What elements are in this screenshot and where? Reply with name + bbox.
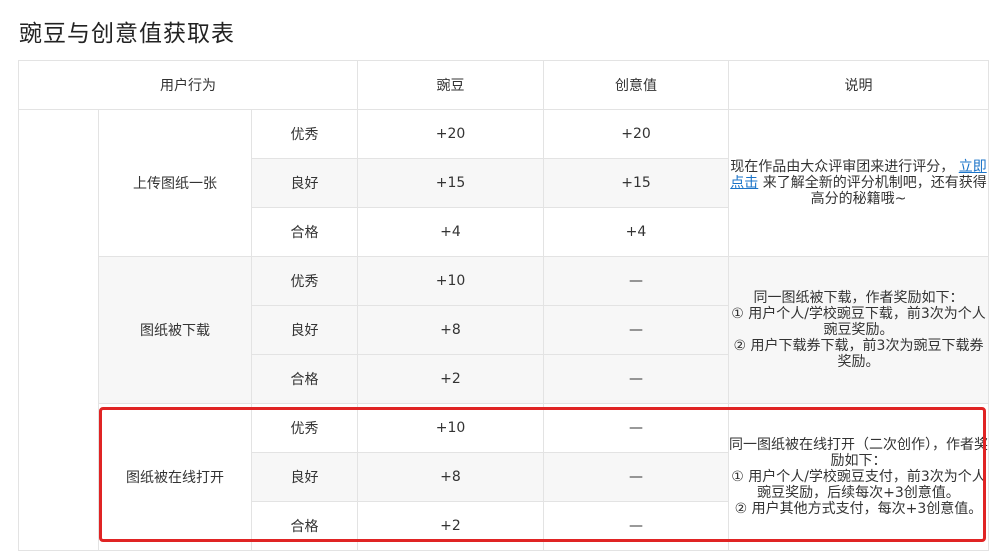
note-text: 现在作品由大众评审团来进行评分， — [730, 159, 955, 175]
creativity-cell: +4 — [543, 207, 729, 257]
table-row: 图纸被下载 优秀 +10 — 同一图纸被下载，作者奖励如下： ① 用户个人/学校… — [19, 256, 989, 404]
peas-cell: +8 — [357, 305, 544, 355]
header-peas: 豌豆 — [357, 60, 544, 110]
level-cell: 合格 — [251, 501, 358, 551]
header-creativity: 创意值 — [543, 60, 729, 110]
creativity-cell: +20 — [543, 109, 729, 159]
page-title: 豌豆与创意值获取表 — [19, 21, 235, 47]
level-cell: 良好 — [251, 305, 358, 355]
reward-table: 用户行为 豌豆 创意值 说明 上传图纸一张 优秀 +20 +20 现在作品由大众… — [18, 60, 989, 551]
peas-cell: +8 — [357, 452, 544, 502]
peas-cell: +10 — [357, 256, 544, 306]
level-cell: 良好 — [251, 452, 358, 502]
peas-cell: +20 — [357, 109, 544, 159]
table-row: 图纸被在线打开 优秀 +10 — 同一图纸被在线打开（二次创作），作者奖励如下：… — [19, 403, 989, 551]
note-opened-online: 同一图纸被在线打开（二次创作），作者奖励如下： ① 用户个人/学校豌豆支付，前3… — [728, 403, 989, 551]
creativity-cell: — — [543, 452, 729, 502]
level-cell: 优秀 — [251, 256, 358, 306]
level-cell: 良好 — [251, 158, 358, 208]
table-header-row: 用户行为 豌豆 创意值 说明 — [18, 60, 989, 110]
peas-cell: +2 — [357, 501, 544, 551]
table-row: 上传图纸一张 优秀 +20 +20 现在作品由大众评审团来进行评分， 立即点击 … — [18, 109, 989, 551]
header-note: 说明 — [728, 60, 989, 110]
note-text: 来了解全新的评分机制吧，还有获得高分的秘籍哦~ — [762, 175, 987, 207]
peas-cell: +2 — [357, 354, 544, 404]
level-cell: 优秀 — [251, 109, 358, 159]
action-upload: 上传图纸一张 — [98, 109, 252, 257]
creativity-cell: +15 — [543, 158, 729, 208]
creativity-cell: — — [543, 403, 729, 453]
creativity-cell: — — [543, 256, 729, 306]
level-cell: 合格 — [251, 354, 358, 404]
creativity-cell: — — [543, 501, 729, 551]
note-upload: 现在作品由大众评审团来进行评分， 立即点击 来了解全新的评分机制吧，还有获得高分… — [728, 109, 989, 257]
blank-column — [18, 109, 99, 551]
level-cell: 合格 — [251, 207, 358, 257]
creativity-cell: — — [543, 305, 729, 355]
peas-cell: +15 — [357, 158, 544, 208]
peas-cell: +10 — [357, 403, 544, 453]
action-downloaded: 图纸被下载 — [98, 256, 252, 404]
level-cell: 优秀 — [251, 403, 358, 453]
creativity-cell: — — [543, 354, 729, 404]
header-action: 用户行为 — [18, 60, 358, 110]
peas-cell: +4 — [357, 207, 544, 257]
note-downloaded: 同一图纸被下载，作者奖励如下： ① 用户个人/学校豌豆下载，前3次为个人豌豆奖励… — [728, 256, 989, 404]
action-opened-online: 图纸被在线打开 — [98, 403, 252, 551]
